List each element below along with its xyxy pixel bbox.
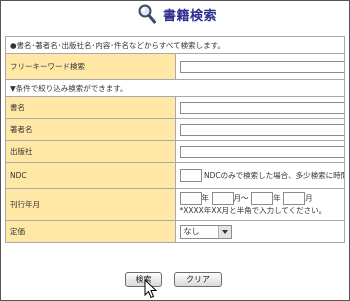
search-form: ●書名･著者名･出版社名･内容･件名などからすべて検索します。 フリーキーワード… xyxy=(5,36,345,243)
ndc-note: NDCのみで検索した場合、多少検索に時間が掛かります。 xyxy=(204,171,345,180)
date-to-month-input[interactable] xyxy=(283,192,306,205)
date-note: *XXXX年XX月と半角で入力してください。 xyxy=(179,206,327,215)
title-input[interactable] xyxy=(179,101,344,114)
price-selected-value: なし xyxy=(183,226,200,236)
date-to-month-unit: 月 xyxy=(305,193,313,203)
date-from-year-input[interactable] xyxy=(179,192,202,205)
filter-heading: ▼条件で絞り込み検索ができます。 xyxy=(5,79,345,97)
date-to-year-input[interactable] xyxy=(251,192,274,205)
page-header: 書籍検索 xyxy=(0,0,350,30)
date-from-year-unit: 年 xyxy=(201,193,210,203)
price-label: 定価 xyxy=(5,220,176,243)
date-from-month-unit: 月～ xyxy=(233,193,249,203)
price-select[interactable]: なし xyxy=(179,224,232,239)
title-label: 書名 xyxy=(5,96,176,119)
date-label: 刊行年月 xyxy=(5,188,176,221)
freeword-label: フリーキーワード検索 xyxy=(5,53,176,80)
chevron-down-icon xyxy=(217,225,231,238)
freeword-input[interactable] xyxy=(179,60,344,73)
author-input[interactable] xyxy=(179,123,344,136)
publisher-input[interactable] xyxy=(179,145,344,158)
date-from-month-input[interactable] xyxy=(211,192,234,205)
ndc-label: NDC xyxy=(5,162,176,189)
date-to-year-unit: 年 xyxy=(273,193,281,203)
ndc-input[interactable] xyxy=(179,169,202,182)
magnifier-icon xyxy=(138,4,156,24)
publisher-label: 出版社 xyxy=(5,140,176,163)
author-label: 著者名 xyxy=(5,118,176,141)
clear-button[interactable]: クリア xyxy=(174,272,222,287)
mouse-pointer-icon xyxy=(144,279,158,299)
page-title: 書籍検索 xyxy=(163,9,218,24)
intro-text: ●書名･著者名･出版社名･内容･件名などからすべて検索します。 xyxy=(5,36,345,54)
